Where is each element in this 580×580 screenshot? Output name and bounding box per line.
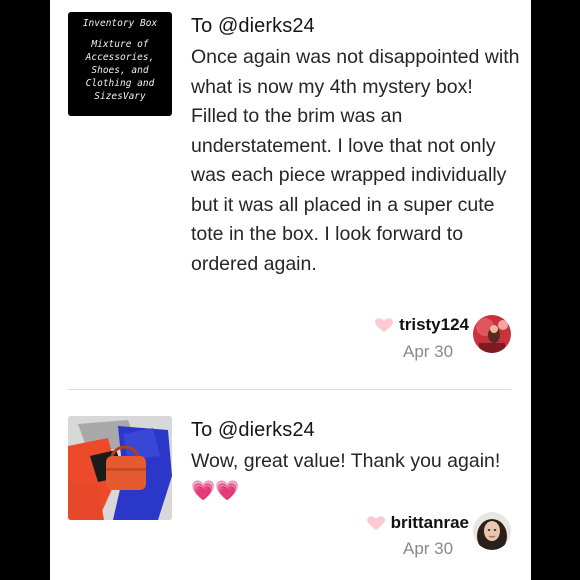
reviewer-row: brittanrae [365,513,469,533]
review-recipient[interactable]: To @dierks24 [191,15,315,38]
avatar[interactable] [473,315,511,353]
heart-icon[interactable] [365,515,387,531]
reviewer-username[interactable]: brittanrae [391,513,469,533]
listing-thumbnail-inventory-box[interactable]: Inventory Box Mixture of Accessories, Sh… [68,12,172,116]
review-recipient[interactable]: To @dierks24 [191,419,315,442]
review-text: Wow, great value! Thank you again! 💗💗 [191,450,501,502]
reviewer-row: tristy124 [373,315,469,335]
heart-icon[interactable] [373,317,395,333]
avatar[interactable] [473,512,511,550]
review-date: Apr 30 [403,342,454,361]
thumbnail-title: Inventory Box [82,18,158,29]
reviewer-username[interactable]: tristy124 [399,315,469,335]
review-text: Once again was not disappointed with wha… [191,46,520,275]
review-date: Apr 30 [403,539,454,558]
listing-thumbnail-photo[interactable] [68,416,172,520]
reviews-panel: Inventory Box Mixture of Accessories, Sh… [50,0,531,580]
review-divider [68,389,511,390]
thumbnail-description: Mixture of Accessories, Shoes, and Cloth… [85,39,155,102]
